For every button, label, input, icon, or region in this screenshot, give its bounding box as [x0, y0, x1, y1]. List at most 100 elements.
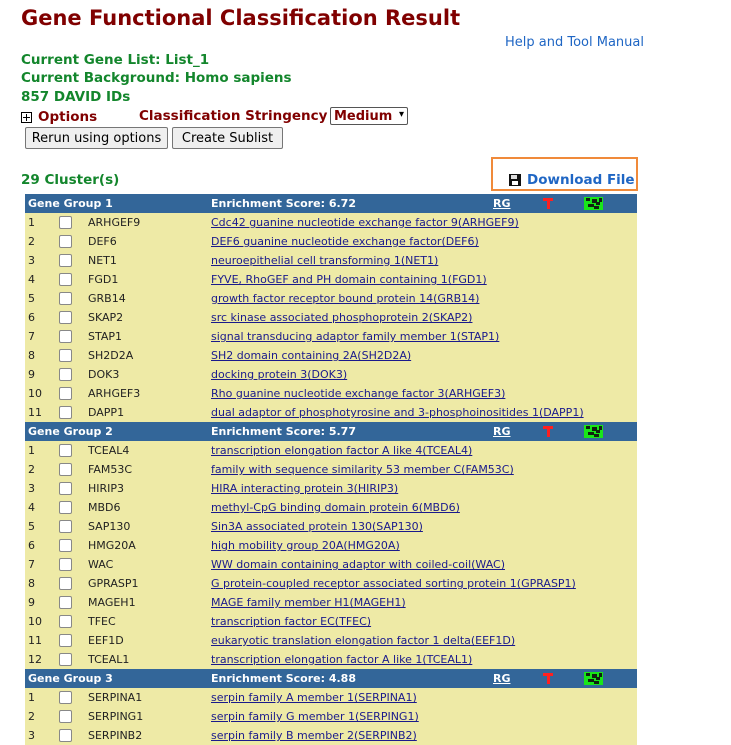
term-report-icon[interactable]	[541, 671, 555, 685]
term-report-icon[interactable]	[541, 196, 555, 210]
rerun-button[interactable]: Rerun using options	[25, 127, 168, 149]
gene-row: 2 SERPING1 serpin family G member 1(SERPIN…	[25, 707, 637, 726]
gene-name-link[interactable]: family with sequence similarity 53 membe…	[211, 463, 514, 476]
gene-checkbox[interactable]	[59, 558, 72, 571]
gene-checkbox[interactable]	[59, 463, 72, 476]
gene-checkbox[interactable]	[59, 292, 72, 305]
gene-row: 2 FAM53C family with sequence similarity 5…	[25, 460, 637, 479]
gene-id: MAGEH1	[88, 596, 136, 609]
gene-id: HIRIP3	[88, 482, 125, 495]
row-number: 12	[28, 653, 42, 666]
gene-checkbox[interactable]	[59, 368, 72, 381]
row-number: 8	[28, 349, 35, 362]
gene-name-link[interactable]: MAGE family member H1(MAGEH1)	[211, 596, 406, 609]
cluster-count: 29 Cluster(s)	[21, 172, 120, 188]
download-file-label[interactable]: Download File	[527, 172, 635, 188]
gene-id: TCEAL4	[88, 444, 130, 457]
gene-row: 5 GRB14 growth factor receptor bound prote…	[25, 289, 637, 308]
enrichment-score: Enrichment Score: 5.77	[211, 425, 356, 438]
gene-name-link[interactable]: high mobility group 20A(HMG20A)	[211, 539, 400, 552]
gene-id: MBD6	[88, 501, 121, 514]
rg-link[interactable]: RG	[493, 425, 511, 438]
gene-name-link[interactable]: signal transducing adaptor family member…	[211, 330, 499, 343]
gene-name-link[interactable]: eukaryotic translation elongation factor…	[211, 634, 515, 647]
row-number: 8	[28, 577, 35, 590]
gene-row: 3 SERPINB2 serpin family B member 2(SERPIN…	[25, 726, 637, 745]
gene-name-link[interactable]: transcription elongation factor A like 4…	[211, 444, 472, 457]
gene-checkbox[interactable]	[59, 596, 72, 609]
gene-name-link[interactable]: Cdc42 guanine nucleotide exchange factor…	[211, 216, 519, 229]
gene-checkbox[interactable]	[59, 615, 72, 628]
gene-name-link[interactable]: neuroepithelial cell transforming 1(NET1…	[211, 254, 438, 267]
heatmap-icon[interactable]	[584, 672, 603, 685]
gene-row: 4 MBD6 methyl-CpG binding domain protein 6…	[25, 498, 637, 517]
gene-checkbox[interactable]	[59, 691, 72, 704]
gene-name-link[interactable]: dual adaptor of phosphotyrosine and 3-ph…	[211, 406, 584, 419]
gene-checkbox[interactable]	[59, 387, 72, 400]
gene-name-link[interactable]: G protein-coupled receptor associated so…	[211, 577, 576, 590]
gene-name-link[interactable]: methyl-CpG binding domain protein 6(MBD6…	[211, 501, 460, 514]
gene-name-link[interactable]: FYVE, RhoGEF and PH domain containing 1(…	[211, 273, 487, 286]
gene-id: NET1	[88, 254, 117, 267]
gene-name-link[interactable]: serpin family A member 1(SERPINA1)	[211, 691, 417, 704]
options-toggle[interactable]: Options	[38, 109, 97, 125]
gene-checkbox[interactable]	[59, 444, 72, 457]
gene-checkbox[interactable]	[59, 634, 72, 647]
gene-checkbox[interactable]	[59, 330, 72, 343]
gene-group-header: Gene Group 2 Enrichment Score: 5.77 RG	[25, 422, 637, 441]
gene-checkbox[interactable]	[59, 539, 72, 552]
gene-name-link[interactable]: transcription factor EC(TFEC)	[211, 615, 371, 628]
help-tool-manual-link[interactable]: Help and Tool Manual	[505, 35, 644, 50]
gene-checkbox[interactable]	[59, 729, 72, 742]
gene-name-link[interactable]: serpin family G member 1(SERPING1)	[211, 710, 419, 723]
gene-checkbox[interactable]	[59, 653, 72, 666]
download-file-link[interactable]: Download File	[509, 172, 635, 188]
gene-name-link[interactable]: growth factor receptor bound protein 14(…	[211, 292, 479, 305]
gene-name-link[interactable]: Rho guanine nucleotide exchange factor 3…	[211, 387, 505, 400]
gene-row: 1 ARHGEF9 Cdc42 guanine nucleotide exchang…	[25, 213, 637, 232]
gene-checkbox[interactable]	[59, 235, 72, 248]
gene-row: 7 STAP1 signal transducing adaptor family …	[25, 327, 637, 346]
gene-row: 1 SERPINA1 serpin family A member 1(SERPIN…	[25, 688, 637, 707]
gene-name-link[interactable]: docking protein 3(DOK3)	[211, 368, 347, 381]
gene-checkbox[interactable]	[59, 520, 72, 533]
gene-checkbox[interactable]	[59, 482, 72, 495]
row-number: 10	[28, 387, 42, 400]
enrichment-score: Enrichment Score: 6.72	[211, 197, 356, 210]
gene-checkbox[interactable]	[59, 254, 72, 267]
gene-row: 8 SH2D2A SH2 domain containing 2A(SH2D2A)	[25, 346, 637, 365]
rg-link[interactable]: RG	[493, 197, 511, 210]
gene-name-link[interactable]: HIRA interacting protein 3(HIRIP3)	[211, 482, 398, 495]
gene-checkbox[interactable]	[59, 710, 72, 723]
row-number: 11	[28, 634, 42, 647]
row-number: 4	[28, 273, 35, 286]
gene-checkbox[interactable]	[59, 577, 72, 590]
gene-checkbox[interactable]	[59, 216, 72, 229]
gene-checkbox[interactable]	[59, 311, 72, 324]
gene-id: WAC	[88, 558, 114, 571]
gene-checkbox[interactable]	[59, 501, 72, 514]
row-number: 3	[28, 729, 35, 742]
gene-name-link[interactable]: transcription elongation factor A like 1…	[211, 653, 472, 666]
create-sublist-button[interactable]: Create Sublist	[172, 127, 283, 149]
term-report-icon[interactable]	[541, 424, 555, 438]
row-number: 2	[28, 235, 35, 248]
gene-checkbox[interactable]	[59, 273, 72, 286]
gene-name-link[interactable]: src kinase associated phosphoprotein 2(S…	[211, 311, 472, 324]
gene-row: 10 ARHGEF3 Rho guanine nucleotide exchange…	[25, 384, 637, 403]
gene-name-link[interactable]: DEF6 guanine nucleotide exchange factor(…	[211, 235, 479, 248]
heatmap-icon[interactable]	[584, 425, 603, 438]
heatmap-icon[interactable]	[584, 197, 603, 210]
expand-plus-icon[interactable]	[21, 111, 32, 123]
gene-checkbox[interactable]	[59, 349, 72, 362]
gene-name-link[interactable]: Sin3A associated protein 130(SAP130)	[211, 520, 423, 533]
row-number: 4	[28, 501, 35, 514]
gene-name-link[interactable]: SH2 domain containing 2A(SH2D2A)	[211, 349, 411, 362]
gene-checkbox[interactable]	[59, 406, 72, 419]
rg-link[interactable]: RG	[493, 672, 511, 685]
gene-name-link[interactable]: serpin family B member 2(SERPINB2)	[211, 729, 417, 742]
current-gene-list: Current Gene List: List_1	[21, 52, 210, 68]
cluster-table: Gene Group 1 Enrichment Score: 6.72 RG 1 ARH…	[25, 194, 637, 745]
gene-name-link[interactable]: WW domain containing adaptor with coiled…	[211, 558, 505, 571]
stringency-select[interactable]: Medium ▾	[330, 107, 408, 125]
